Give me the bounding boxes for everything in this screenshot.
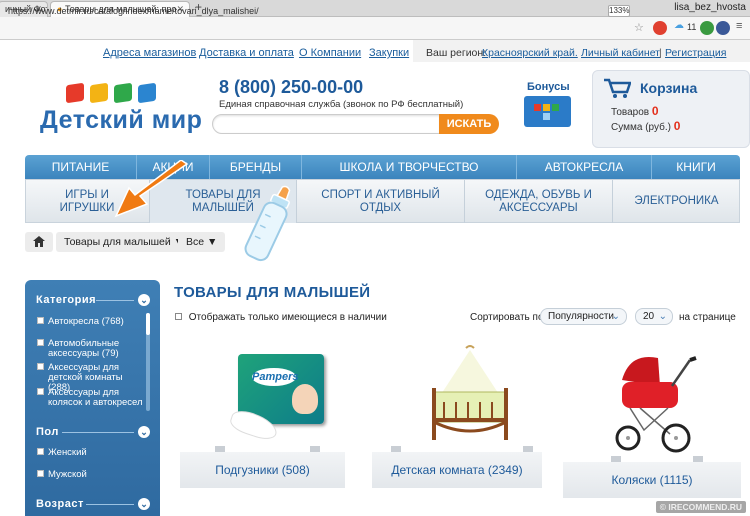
cart-sum-label: Сумма (руб.) [611, 122, 671, 133]
crib-image[interactable] [428, 344, 512, 446]
category-item[interactable]: Автомобильные аксессуары (79) [37, 339, 147, 359]
category-item[interactable]: Автокресла (768) [37, 317, 147, 327]
nav-item-school[interactable]: ШКОЛА И ТВОРЧЕСТВО [302, 155, 517, 179]
bonus-label[interactable]: Бонусы [527, 81, 570, 93]
nav-item-carseats[interactable]: АВТОКРЕСЛА [517, 155, 652, 179]
sex-item[interactable]: Женский [37, 448, 147, 458]
separator: | [659, 47, 662, 59]
menu-icon[interactable]: ≡ [736, 20, 742, 32]
browser-user[interactable]: lisa_bez_hvosta [674, 2, 746, 13]
checkbox[interactable] [37, 363, 44, 370]
sex-label: Мужской [48, 469, 87, 480]
home-icon [33, 236, 45, 247]
divider [96, 300, 134, 301]
page-title: ТОВАРЫ ДЛЯ МАЛЫШЕЙ [174, 284, 371, 301]
url-field[interactable]: https://www.detmir.ru/catalog/index/name… [4, 4, 634, 19]
cart-items-value: 0 [651, 104, 659, 118]
checkbox[interactable] [37, 448, 44, 455]
category-label: Автокресла (768) [48, 316, 124, 327]
per-page-value: 20 [643, 311, 655, 322]
watermark: © IRECOMMEND.RU [655, 501, 746, 513]
about-link[interactable]: О Компании [299, 47, 361, 59]
search-button[interactable]: ИСКАТЬ [439, 114, 499, 134]
category-label: Автомобильные аксессуары (79) [48, 338, 120, 359]
home-breadcrumb[interactable] [25, 232, 53, 252]
phone-subtitle: Единая справочная служба (звонок по РФ б… [219, 99, 464, 110]
checkbox[interactable] [175, 313, 182, 320]
arrow-icon [114, 160, 189, 218]
cart-items-label: Товаров [611, 107, 650, 118]
cart-icon[interactable] [603, 77, 631, 99]
sex-item[interactable]: Мужской [37, 470, 147, 480]
phone-number: 8 (800) 250-00-00 [219, 77, 364, 97]
breadcrumb-category[interactable]: Товары для малышей ▼ [56, 232, 193, 252]
per-page-label: на странице [679, 312, 736, 323]
checkbox[interactable] [37, 470, 44, 477]
pampers-logo: Pampers [252, 368, 298, 386]
sort-value: Популярности [548, 311, 615, 322]
register-link[interactable]: Регистрация [665, 47, 726, 59]
baby-bottle-icon [244, 185, 291, 262]
search-input[interactable] [212, 114, 441, 134]
product-card-label[interactable]: Детская комната (2349) [372, 446, 542, 488]
sex-heading[interactable]: Пол [36, 426, 59, 438]
stores-link[interactable]: Адреса магазинов [103, 47, 196, 59]
age-heading[interactable]: Возраст [36, 498, 84, 510]
divider [86, 504, 134, 505]
sex-label: Женский [48, 447, 87, 458]
chevron-down-icon[interactable]: ⌄ [138, 498, 150, 510]
region-label: Ваш регион: [426, 47, 487, 59]
nav-item-brands[interactable]: БРЕНДЫ [210, 155, 302, 179]
checkbox[interactable] [37, 339, 44, 346]
nav-item-clothes[interactable]: ОДЕЖДА, ОБУВЬ И АКСЕССУАРЫ [465, 180, 613, 223]
purchases-link[interactable]: Закупки [369, 47, 409, 59]
diapers-image[interactable]: Pampers [230, 354, 330, 444]
region-link[interactable]: Красноярский край. [482, 47, 578, 59]
checkbox[interactable] [37, 388, 44, 395]
availability-label: Отображать только имеющиеся в наличии [188, 312, 387, 323]
extension-count: 11 [687, 22, 697, 32]
product-card-label[interactable]: Подгузники (508) [180, 446, 345, 488]
stroller-image[interactable] [610, 350, 700, 456]
chevron-down-icon: ⌄ [658, 311, 667, 322]
nav-item-books[interactable]: КНИГИ [652, 155, 740, 179]
chevron-down-icon[interactable]: ⌄ [138, 426, 150, 438]
zoom-badge[interactable]: 133% [608, 5, 630, 17]
availability-filter[interactable]: Отображать только имеющиеся в наличии [175, 312, 387, 323]
cart-items: Товаров 0 [611, 104, 659, 118]
cart-sum-value: 0 [673, 119, 681, 133]
chevron-down-icon[interactable]: ⌄ [138, 294, 150, 306]
nav-item-sport[interactable]: СПОРТ И АКТИВНЫЙ ОТДЫХ [297, 180, 465, 223]
chevron-down-icon: ⌄ [611, 311, 620, 322]
cloud-icon[interactable]: ☁ [674, 20, 684, 31]
logo-text[interactable]: Детский мир [40, 106, 202, 135]
category-item[interactable]: Аксессуары для колясок и автокресел (268… [37, 388, 147, 408]
extension-icon[interactable] [716, 21, 730, 35]
category-label: Аксессуары для колясок и автокресел (268… [48, 388, 143, 408]
per-page-select[interactable]: 20 ⌄ [635, 308, 673, 325]
cart-sum: Сумма (руб.) 0 [611, 119, 680, 133]
checkbox[interactable] [37, 317, 44, 324]
star-icon[interactable]: ☆ [634, 21, 644, 34]
delivery-link[interactable]: Доставка и оплата [199, 47, 294, 59]
sort-label: Сортировать по: [470, 312, 547, 323]
divider [62, 432, 134, 433]
cart-title[interactable]: Корзина [640, 80, 697, 96]
cabinet-link[interactable]: Личный кабинет [581, 47, 660, 59]
nav-item-electronics[interactable]: ЭЛЕКТРОНИКА [613, 180, 740, 223]
extension-icon[interactable] [653, 21, 667, 35]
bonus-card-icon[interactable] [524, 96, 571, 127]
product-card-label[interactable]: Коляски (1115) [563, 456, 741, 498]
sort-select[interactable]: Популярности ⌄ [540, 308, 627, 325]
breadcrumb-all[interactable]: Все ▼ [178, 232, 226, 252]
category-heading[interactable]: Категория [36, 294, 96, 306]
extension-icon[interactable] [700, 21, 714, 35]
